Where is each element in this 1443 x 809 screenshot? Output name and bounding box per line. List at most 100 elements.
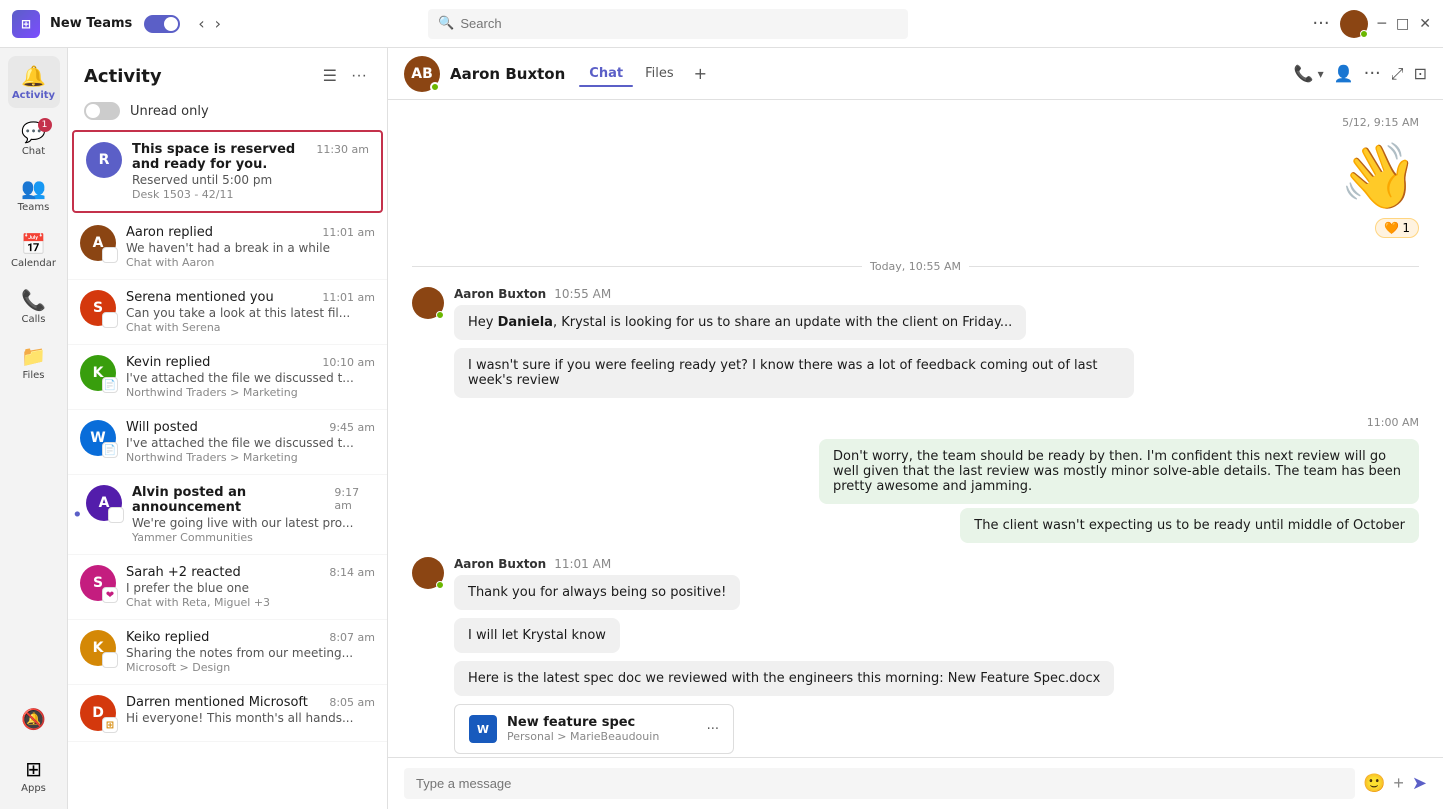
- message-group-2: Aaron Buxton 11:01 AM Thank you for alwa…: [412, 557, 1419, 754]
- sidebar-item-apps[interactable]: ⊞ Apps: [8, 749, 60, 801]
- avatar: A ↩: [80, 225, 116, 261]
- unread-toggle-switch[interactable]: [84, 102, 120, 120]
- activity-title: Activity: [84, 66, 162, 87]
- popout-btn[interactable]: ⤢: [1391, 64, 1404, 84]
- teams-label: Teams: [18, 202, 50, 213]
- calls-icon: 📞: [21, 288, 46, 312]
- avatar: D ⊞: [80, 695, 116, 731]
- bubble-3c: Here is the latest spec doc we reviewed …: [454, 661, 1114, 696]
- reply-icon-overlay: ↩: [102, 247, 118, 263]
- more-chat-options[interactable]: ···: [1364, 63, 1381, 84]
- file-attachment[interactable]: W New feature spec Personal > MarieBeaud…: [454, 704, 734, 754]
- attach-btn[interactable]: +: [1393, 773, 1404, 794]
- file-icon-overlay: 📄: [102, 377, 118, 393]
- file2-icon-overlay: 📄: [102, 442, 118, 458]
- call-btn[interactable]: 📞 ▾: [1294, 64, 1324, 83]
- send-btn[interactable]: ➤: [1412, 773, 1427, 794]
- file-info: New feature spec Personal > MarieBeaudou…: [507, 715, 659, 743]
- activity-sender: Aaron replied: [126, 225, 213, 240]
- activity-content: This space is reserved and ready for you…: [132, 142, 369, 201]
- tab-chat[interactable]: Chat: [579, 60, 633, 87]
- activity-time: 8:05 am: [329, 696, 375, 709]
- activity-content: Keiko replied 8:07 am Sharing the notes …: [126, 630, 375, 674]
- list-item[interactable]: R This space is reserved and ready for y…: [72, 130, 383, 213]
- list-item[interactable]: A ↩ Aaron replied 11:01 am We haven't ha…: [68, 215, 387, 280]
- list-item[interactable]: D ⊞ Darren mentioned Microsoft 8:05 am H…: [68, 685, 387, 742]
- msg-time: 10:55 AM: [554, 287, 611, 301]
- activity-sender: Will posted: [126, 420, 198, 435]
- expand-btn[interactable]: ⊡: [1414, 64, 1427, 83]
- search-icon: 🔍: [438, 16, 454, 31]
- sidebar-item-files[interactable]: 📁 Files: [8, 336, 60, 388]
- notifications-icon: 🔕: [21, 707, 46, 731]
- bubble-3a: Thank you for always being so positive!: [454, 575, 740, 610]
- apps-icon: ⊞: [25, 757, 42, 781]
- topbar-more[interactable]: ···: [1312, 13, 1329, 34]
- sidebar-item-chat[interactable]: 💬 Chat 1: [8, 112, 60, 164]
- activity-time: 11:30 am: [316, 143, 369, 156]
- calls-label: Calls: [22, 314, 46, 325]
- list-item[interactable]: K 📄 Kevin replied 10:10 am I've attached…: [68, 345, 387, 410]
- activity-context: Chat with Reta, Miguel +3: [126, 596, 375, 609]
- msg-header-2: Aaron Buxton 11:01 AM: [454, 557, 1134, 571]
- activity-panel-header: Activity ☰ ···: [68, 48, 387, 98]
- avatar: A ↩: [86, 485, 122, 521]
- activity-preview: Reserved until 5:00 pm: [132, 173, 369, 187]
- icon-rail: 🔔 Activity 💬 Chat 1 👥 Teams 📅 Calendar 📞…: [0, 48, 68, 809]
- emoji-message: 👋 🧡 1: [412, 139, 1419, 238]
- activity-preview: Sharing the notes from our meeting...: [126, 646, 375, 660]
- emoji-btn[interactable]: 🙂: [1363, 773, 1385, 794]
- online-status-dot: [1360, 30, 1368, 38]
- nav-back[interactable]: ‹: [198, 14, 204, 33]
- app-toggle[interactable]: [144, 15, 180, 33]
- sidebar-item-notifications[interactable]: 🔕: [8, 693, 60, 745]
- activity-list: R This space is reserved and ready for y…: [68, 128, 387, 809]
- video-btn[interactable]: 👤: [1334, 64, 1354, 83]
- msg-header: Aaron Buxton 10:55 AM: [454, 287, 1134, 301]
- add-tab-btn[interactable]: +: [686, 58, 715, 89]
- list-item[interactable]: • A ↩ Alvin posted an announcement 9:17 …: [68, 475, 387, 555]
- minimize-btn[interactable]: ─: [1378, 16, 1386, 32]
- reaction-pill[interactable]: 🧡 1: [1375, 218, 1419, 238]
- list-item[interactable]: S ❤ Sarah +2 reacted 8:14 am I prefer th…: [68, 555, 387, 620]
- list-item[interactable]: W 📄 Will posted 9:45 am I've attached th…: [68, 410, 387, 475]
- activity-context: Northwind Traders > Marketing: [126, 386, 375, 399]
- activity-content: Aaron replied 11:01 am We haven't had a …: [126, 225, 375, 269]
- message-input[interactable]: [404, 768, 1355, 799]
- activity-context: Yammer Communities: [132, 531, 375, 544]
- activity-time: 9:45 am: [329, 421, 375, 434]
- nav-forward[interactable]: ›: [215, 14, 221, 33]
- file-path: Personal > MarieBeaudouin: [507, 730, 659, 743]
- contact-online-dot: [430, 82, 440, 92]
- sidebar-item-calendar[interactable]: 📅 Calendar: [8, 224, 60, 276]
- list-item[interactable]: K ↩ Keiko replied 8:07 am Sharing the no…: [68, 620, 387, 685]
- sidebar-item-calls[interactable]: 📞 Calls: [8, 280, 60, 332]
- user-avatar[interactable]: [1340, 10, 1368, 38]
- unread-label: Unread only: [130, 104, 209, 119]
- bubble-3b: I will let Krystal know: [454, 618, 620, 653]
- sidebar-item-teams[interactable]: 👥 Teams: [8, 168, 60, 220]
- search-input[interactable]: [460, 16, 898, 31]
- sidebar-item-activity[interactable]: 🔔 Activity: [8, 56, 60, 108]
- activity-time: 11:01 am: [322, 291, 375, 304]
- avatar: S @: [80, 290, 116, 326]
- msg-sender: Aaron Buxton: [454, 287, 546, 301]
- activity-time: 9:17 am: [334, 486, 375, 512]
- file-more-btn[interactable]: ···: [707, 722, 719, 737]
- activity-row1: This space is reserved and ready for you…: [132, 142, 369, 172]
- tab-files[interactable]: Files: [635, 60, 684, 87]
- avatar: S ❤: [80, 565, 116, 601]
- close-btn[interactable]: ✕: [1419, 16, 1431, 32]
- list-item[interactable]: S @ Serena mentioned you 11:01 am Can yo…: [68, 280, 387, 345]
- bubble: Hey Daniela, Krystal is looking for us t…: [454, 305, 1026, 340]
- maximize-btn[interactable]: □: [1396, 16, 1409, 32]
- heart-emoji: 🧡: [1384, 221, 1399, 235]
- more-options-icon[interactable]: ···: [347, 62, 371, 90]
- search-bar: 🔍: [428, 9, 908, 39]
- filter-icon[interactable]: ☰: [319, 62, 341, 90]
- file-name: New feature spec: [507, 715, 659, 730]
- apps-label: Apps: [21, 783, 46, 794]
- avatar: W 📄: [80, 420, 116, 456]
- msg-online-dot: [436, 311, 444, 319]
- msg-content-2: Aaron Buxton 11:01 AM Thank you for alwa…: [454, 557, 1134, 754]
